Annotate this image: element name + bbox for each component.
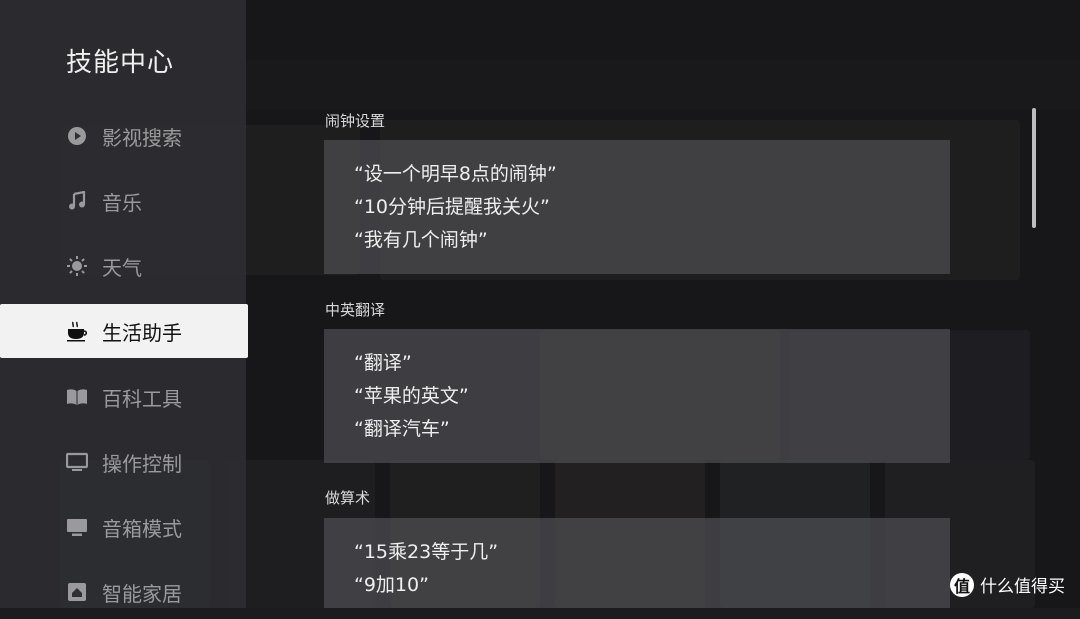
speaker-screen-icon (66, 516, 88, 538)
sidebar-item-video-search[interactable]: 影视搜索 (0, 109, 248, 163)
music-note-icon (66, 190, 88, 212)
watermark-text: 什么值得买 (980, 577, 1065, 597)
sidebar: 技能中心 影视搜索 音乐 天气 生活助手 百科工具 操作控制 音箱模式 智能家居 (0, 0, 248, 608)
sidebar-item-operation-control[interactable]: 操作控制 (0, 435, 248, 489)
example-card-translate: “翻译” “苹果的英文” “翻译汽车” (324, 329, 950, 463)
sun-icon (66, 255, 88, 277)
sidebar-item-label: 天气 (102, 255, 142, 280)
section-title-translate: 中英翻译 (325, 301, 386, 319)
example-phrase: “翻译汽车” (354, 418, 450, 440)
example-phrase: “设一个明早8点的闹钟” (354, 163, 557, 185)
example-phrase: “我有几个闹钟” (354, 229, 488, 251)
sidebar-item-label: 百科工具 (102, 386, 182, 411)
section-title-arithmetic: 做算术 (325, 489, 371, 507)
sidebar-item-life-assistant[interactable]: 生活助手 (0, 304, 248, 358)
example-phrase: “10分钟后提醒我关火” (354, 196, 550, 218)
monitor-icon (66, 451, 88, 473)
scrollbar[interactable] (1032, 108, 1036, 228)
example-phrase: “翻译” (354, 352, 412, 374)
sidebar-item-label: 操作控制 (102, 451, 182, 476)
sidebar-item-encyclopedia[interactable]: 百科工具 (0, 370, 248, 424)
example-phrase: “9加10” (354, 574, 429, 596)
coffee-cup-icon (66, 320, 88, 342)
sidebar-item-label: 生活助手 (102, 320, 182, 345)
book-icon (66, 386, 88, 408)
sidebar-item-label: 智能家居 (102, 581, 182, 606)
smzdm-logo-icon: 值 (950, 572, 974, 597)
example-card-arithmetic: “15乘23等于几” “9加10” (324, 518, 950, 608)
sidebar-item-label: 影视搜索 (102, 125, 182, 150)
sidebar-item-label: 音乐 (102, 190, 142, 215)
example-phrase: “15乘23等于几” (354, 541, 499, 563)
smart-home-icon (66, 581, 88, 603)
sidebar-item-music[interactable]: 音乐 (0, 174, 248, 228)
example-card-alarm: “设一个明早8点的闹钟” “10分钟后提醒我关火” “我有几个闹钟” (324, 140, 950, 274)
example-phrase: “苹果的英文” (354, 385, 469, 407)
sidebar-item-label: 音箱模式 (102, 516, 182, 541)
section-title-alarm: 闹钟设置 (325, 112, 386, 130)
play-circle-icon (66, 125, 88, 147)
sidebar-title: 技能中心 (66, 48, 175, 78)
sidebar-item-smart-home[interactable]: 智能家居 (0, 565, 248, 619)
sidebar-item-weather[interactable]: 天气 (0, 239, 248, 293)
watermark: 值 什么值得买 (950, 572, 1065, 597)
sidebar-item-speaker-mode[interactable]: 音箱模式 (0, 500, 248, 554)
